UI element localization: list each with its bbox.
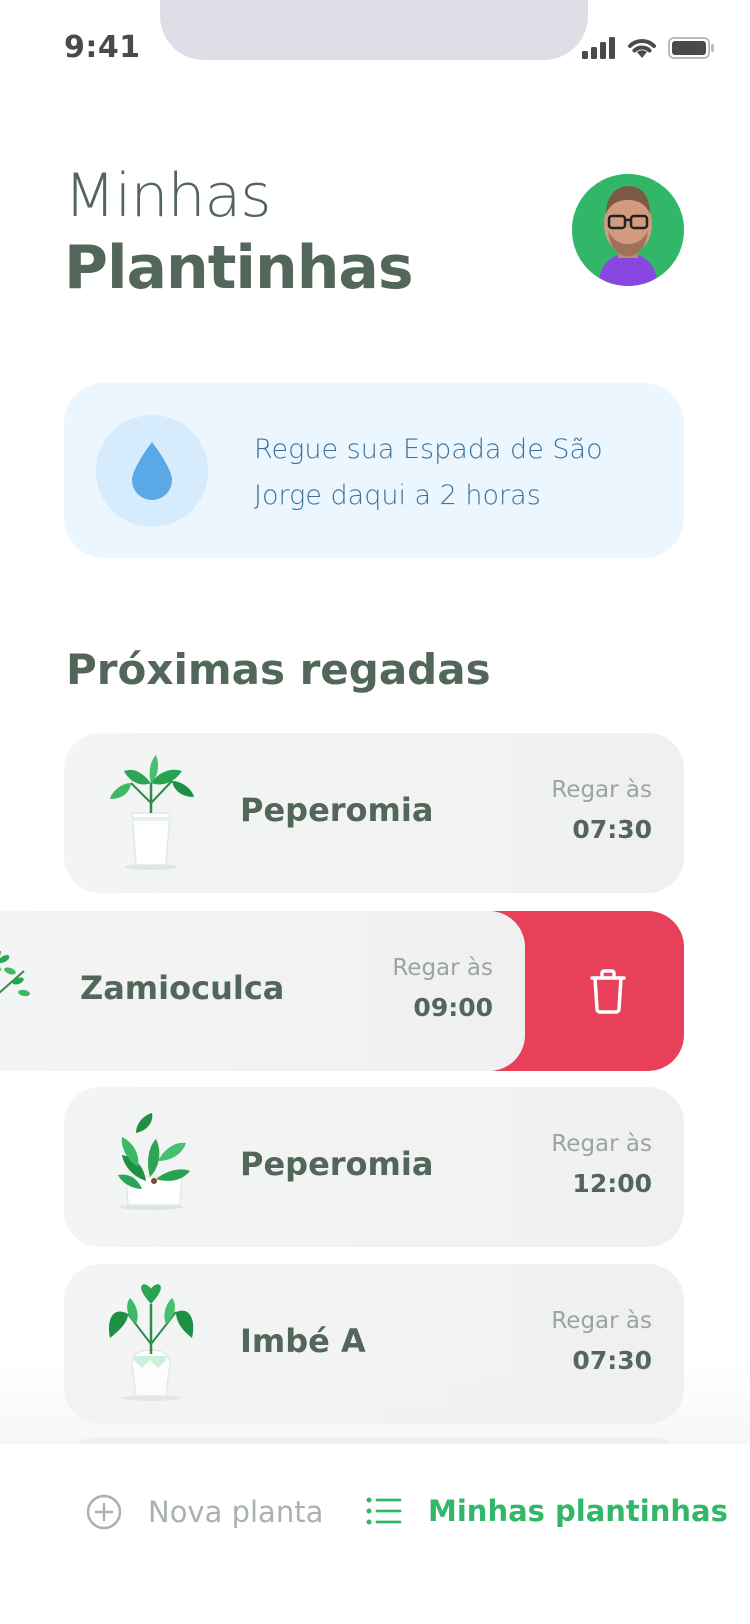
plant-peperomia-pot-icon <box>118 1113 190 1210</box>
status-time: 9:41 <box>64 30 141 65</box>
wifi-icon <box>628 39 656 58</box>
page-title: Plantinhas <box>64 233 414 303</box>
status-icons <box>582 36 714 60</box>
swiped-plant-row[interactable]: Zamioculca Regar às 09:00 <box>0 911 684 1071</box>
tip-icon-circle <box>96 415 208 527</box>
tab-my-plants[interactable]: Minhas plantinhas <box>366 1494 728 1528</box>
header-greeting: Minhas <box>64 161 272 231</box>
water-time: 09:00 <box>413 993 493 1022</box>
plant-name: Peperomia <box>240 791 434 829</box>
tab-new-plant[interactable]: Nova planta <box>86 1494 323 1530</box>
device-notch <box>160 0 588 60</box>
plant-name: Zamioculca <box>80 969 285 1007</box>
water-label: Regar às <box>392 955 493 981</box>
plant-card[interactable]: Peperomia Regar às 07:30 <box>64 733 684 893</box>
user-avatar-icon <box>572 174 684 286</box>
header: Minhas Plantinhas <box>64 160 414 304</box>
watering-tip-card: Regue sua Espada de São Jorge daqui a 2 … <box>64 383 684 558</box>
tab-my-plants-label: Minhas plantinhas <box>428 1494 728 1528</box>
plant-card[interactable]: Zamioculca Regar às 09:00 <box>0 911 525 1071</box>
water-time: 12:00 <box>572 1169 652 1198</box>
plant-zamioculca-icon <box>0 951 30 997</box>
tab-new-plant-label: Nova planta <box>148 1495 324 1529</box>
water-label: Regar às <box>551 1308 652 1334</box>
status-bar: 9:41 <box>0 0 750 100</box>
avatar[interactable] <box>572 174 684 286</box>
cellular-signal-icon <box>582 37 615 59</box>
plant-name: Peperomia <box>240 1145 434 1183</box>
trash-icon <box>590 969 626 1014</box>
water-label: Regar às <box>551 777 652 803</box>
battery-icon <box>668 37 714 59</box>
section-title: Próximas regadas <box>66 645 491 694</box>
water-time: 07:30 <box>572 815 652 844</box>
list-fade <box>0 1360 750 1450</box>
plant-card[interactable]: Peperomia Regar às 12:00 <box>64 1087 684 1247</box>
add-circle-icon <box>86 1494 122 1530</box>
plant-peperomia-icon <box>110 755 194 870</box>
list-icon <box>366 1497 402 1525</box>
tip-text: Regue sua Espada de São Jorge daqui a 2 … <box>254 434 603 511</box>
plant-name: Imbé A <box>240 1322 366 1360</box>
water-drop-icon <box>132 442 172 500</box>
tab-bar: Nova planta Minhas plantinhas <box>0 1444 750 1624</box>
water-label: Regar às <box>551 1131 652 1157</box>
